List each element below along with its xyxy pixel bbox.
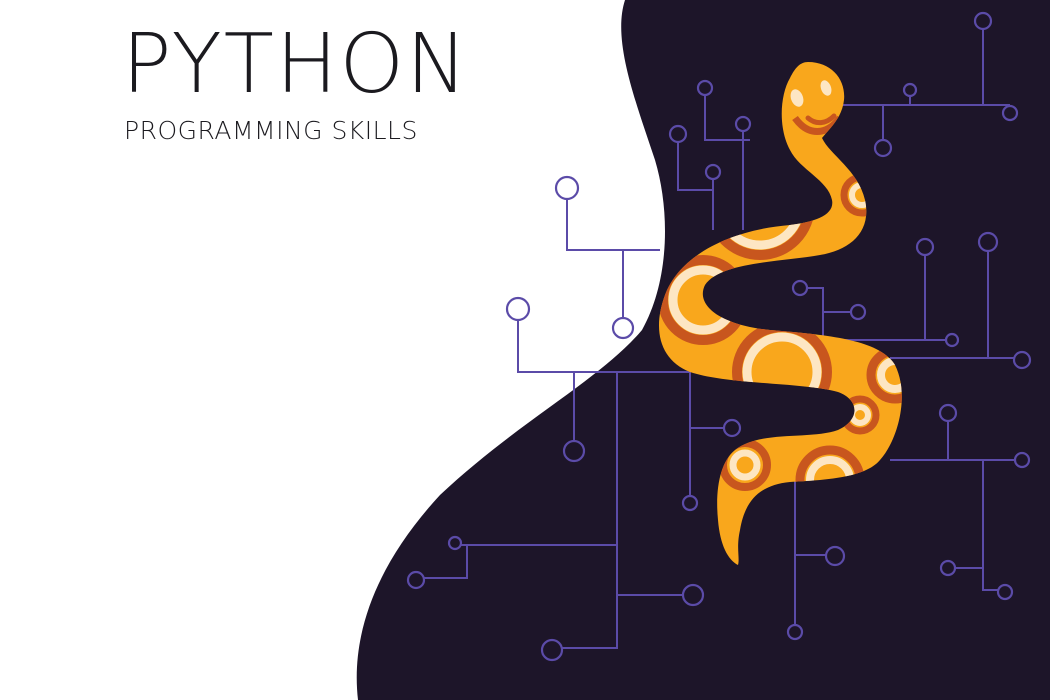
python-illustration <box>356 0 1050 700</box>
